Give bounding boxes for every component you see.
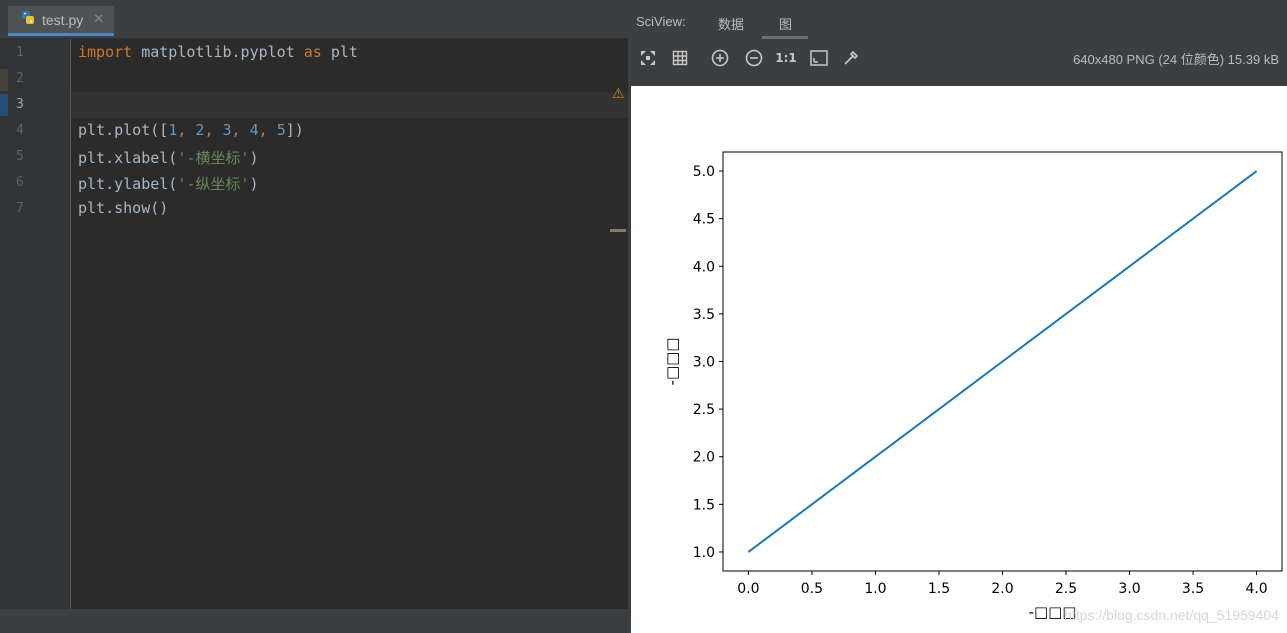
call-xlabel: plt.xlabel(	[78, 149, 178, 167]
separator: ,	[177, 121, 196, 139]
closing-bracket: ])	[285, 121, 304, 139]
code-line-7[interactable]: plt.show()	[78, 199, 168, 217]
line-number: 2	[16, 71, 24, 86]
fit-icon[interactable]	[638, 48, 658, 68]
y-tick-label: 1.5	[693, 497, 715, 513]
x-tick-label: 0.5	[801, 581, 823, 597]
warning-icon: ⚠	[612, 86, 625, 102]
sciview-panel: SciView: 数据 图 1:1 640x480 PNG (24 位颜色) 1…	[631, 0, 1287, 633]
y-tick-label: 5.0	[693, 164, 715, 180]
x-tick-label: 1.0	[864, 581, 886, 597]
image-info: 640x480 PNG (24 位颜色) 15.39 kB	[1073, 52, 1279, 67]
line-number: 5	[16, 149, 24, 164]
color-picker-icon[interactable]	[841, 48, 861, 68]
tab-data[interactable]: 数据	[718, 14, 744, 33]
x-tick-label: 3.0	[1118, 581, 1140, 597]
x-tick-label: 2.0	[991, 581, 1013, 597]
figure-canvas: 0.0 0.5 1.0 1.5 2.0 2.5 3.0 3.5 4.0 1.0 1.5 2.0 2.5 3…	[631, 86, 1287, 633]
caret-marker	[0, 94, 8, 116]
y-tick-label: 2.0	[693, 450, 715, 466]
tab-test-py[interactable]: test.py ✕	[8, 6, 115, 36]
y-tick-label: 3.5	[693, 307, 715, 323]
grid-icon[interactable]	[670, 48, 690, 68]
x-tick-label: 2.5	[1055, 581, 1077, 597]
close-tab-icon[interactable]: ✕	[93, 12, 104, 27]
x-tick-label: 0.0	[737, 581, 759, 597]
code-line-6[interactable]: plt.ylabel('-纵坐标')	[78, 173, 258, 194]
separator: ,	[231, 121, 250, 139]
closing-paren: )	[249, 149, 259, 167]
number-literal: 1	[168, 121, 178, 139]
scrollbar-marker[interactable]	[610, 229, 626, 232]
x-tick-label: 4.0	[1245, 581, 1267, 597]
y-tick-label: 1.0	[693, 545, 715, 561]
editor-bottom-bar	[0, 609, 628, 633]
y-tick-label: 2.5	[693, 402, 715, 418]
editor-tab-bar: test.py ✕	[0, 0, 628, 39]
y-tick-label: 3.0	[693, 355, 715, 371]
y-axis-label: -□□□	[663, 338, 681, 386]
line-number: 6	[16, 175, 24, 190]
series-line	[747, 170, 1258, 553]
x-tick-label: 3.5	[1182, 581, 1204, 597]
line-number: 7	[16, 201, 24, 216]
string-literal: '-纵坐标'	[177, 175, 250, 193]
separator: ,	[258, 121, 277, 139]
code-line-5[interactable]: plt.xlabel('-横坐标')	[78, 147, 258, 168]
y-tick-label: 4.5	[693, 212, 715, 228]
keyword-as: as	[303, 43, 322, 61]
number-literal: 4	[249, 121, 259, 139]
active-tab-indicator	[762, 36, 808, 39]
call-plot: plt.plot([	[78, 121, 169, 139]
fit-window-icon[interactable]	[809, 48, 829, 68]
line-number-gutter: 1 2 3 4 5 6 7	[0, 39, 71, 609]
alias-name: plt	[321, 43, 358, 61]
line-number: 1	[16, 45, 24, 60]
python-file-icon	[20, 10, 36, 30]
x-tick-label: 1.5	[928, 581, 950, 597]
code-editor: test.py ✕ 1 2 3 4 5 6 7 import matplotli…	[0, 0, 673, 633]
code-line-1[interactable]: import matplotlib.pyplot as plt	[78, 43, 358, 61]
string-literal: '-横坐标'	[177, 149, 250, 167]
tab-figure[interactable]: 图	[779, 14, 792, 33]
call-ylabel: plt.ylabel(	[78, 175, 178, 193]
current-line-highlight	[71, 92, 628, 118]
watermark: https://blog.csdn.net/qq_51959404	[1064, 607, 1279, 623]
closing-paren: )	[249, 175, 259, 193]
number-literal: 5	[276, 121, 286, 139]
line-number: 4	[16, 123, 24, 138]
line-number: 3	[16, 97, 24, 112]
change-marker	[0, 69, 8, 91]
tab-label: test.py	[42, 11, 84, 28]
actual-size-icon[interactable]: 1:1	[775, 48, 797, 68]
number-literal: 3	[222, 121, 232, 139]
code-line-4[interactable]: plt.plot([1, 2, 3, 4, 5])	[78, 121, 304, 139]
sciview-title: SciView:	[636, 14, 686, 29]
zoom-in-icon[interactable]	[710, 48, 730, 68]
sciview-tab-bar: SciView: 数据 图	[631, 0, 1287, 40]
line-chart: 0.0 0.5 1.0 1.5 2.0 2.5 3.0 3.5 4.0 1.0 1.5 2.0 2.5 3…	[663, 151, 1283, 621]
separator: ,	[204, 121, 223, 139]
keyword-import: import	[78, 43, 133, 61]
y-tick-label: 4.0	[693, 259, 715, 275]
code-area[interactable]: import matplotlib.pyplot as plt plt.plot…	[71, 39, 673, 609]
zoom-out-icon[interactable]	[744, 48, 764, 68]
module-name: matplotlib.pyplot	[132, 43, 304, 61]
